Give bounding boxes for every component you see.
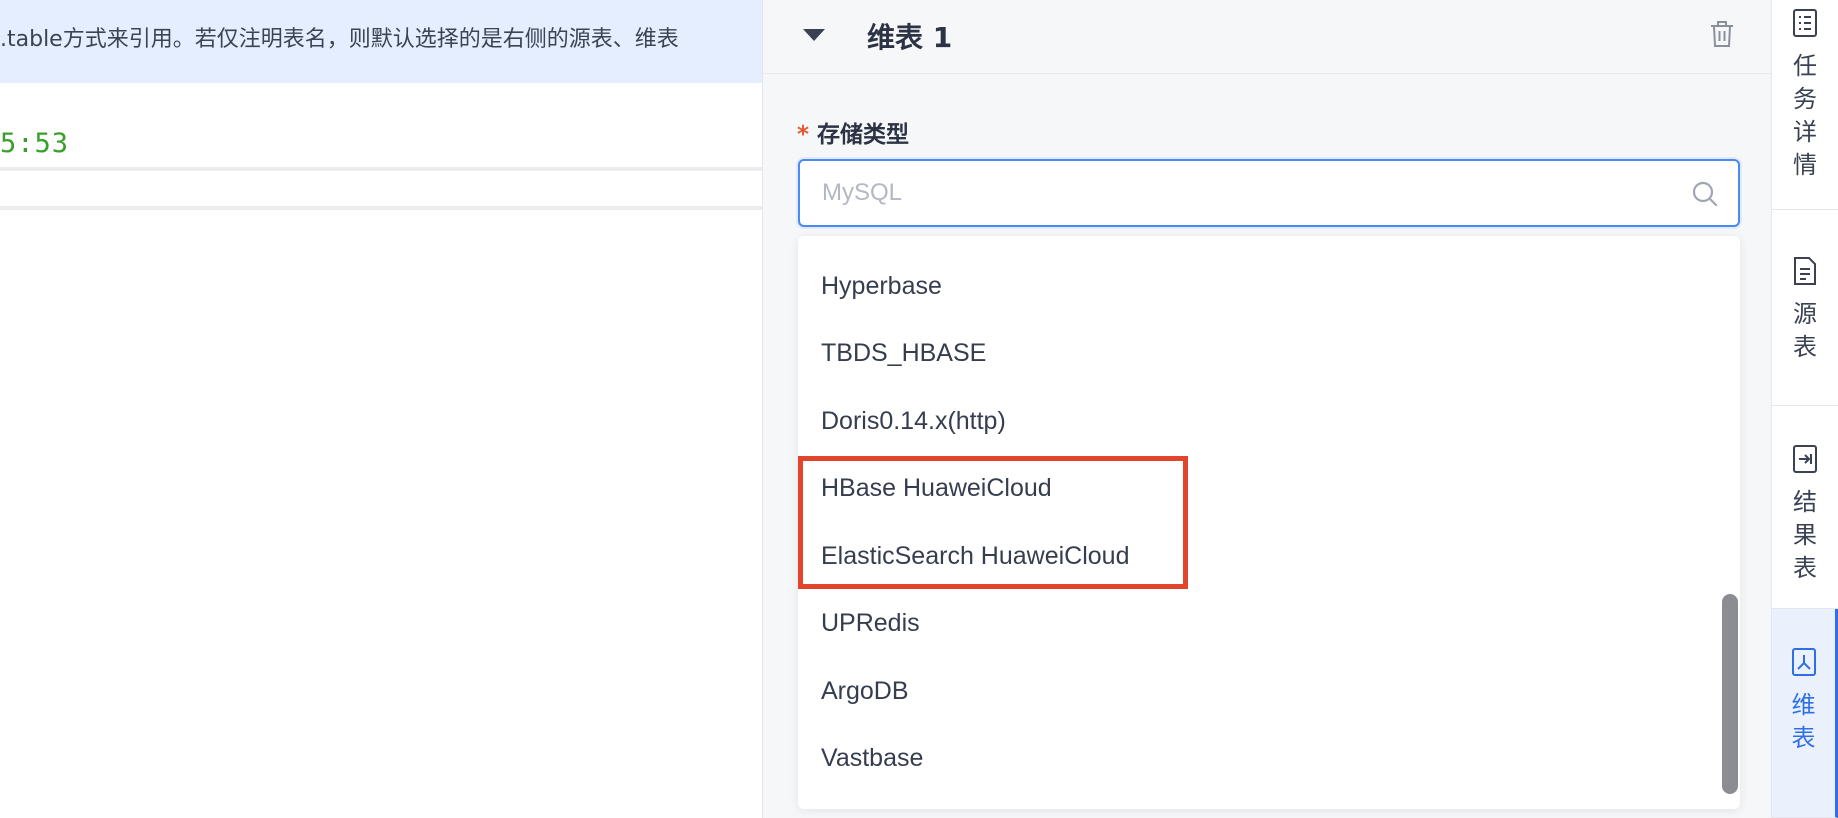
storage-type-dropdown: Hyperbase TBDS_HBASE Doris0.14.x(http) H…: [798, 236, 1740, 809]
dropdown-option[interactable]: Hyperbase: [821, 266, 942, 306]
required-mark: *: [797, 122, 810, 148]
dropdown-option[interactable]: TBDS_HBASE: [821, 333, 986, 373]
editor-divider: [0, 167, 762, 171]
tab-dimension-table[interactable]: 维表: [1772, 609, 1838, 818]
dropdown-option[interactable]: ArgoDB: [821, 671, 909, 711]
editor-divider: [0, 206, 762, 210]
dropdown-option[interactable]: UPRedis: [821, 603, 920, 643]
panel-header: 维表 1: [763, 0, 1771, 74]
dropdown-scrollbar[interactable]: [1722, 594, 1738, 794]
dropdown-option[interactable]: HBase HuaweiCloud: [821, 468, 1052, 508]
trash-icon[interactable]: [1707, 18, 1737, 50]
storage-type-label: * 存储类型: [797, 115, 909, 149]
list-icon: [1793, 9, 1817, 37]
side-tab-rail: 任务详情 源表 结果表 维表: [1772, 0, 1838, 818]
tab-task-details[interactable]: 任务详情: [1772, 0, 1838, 210]
export-icon: [1793, 445, 1817, 473]
app-root: .table方式来引用。若仅注明表名，则默认选择的是右侧的源表、维表 5:53 …: [0, 0, 1838, 818]
tab-label: 源表: [1793, 300, 1817, 361]
dropdown-option[interactable]: Vastbase: [821, 738, 923, 778]
panel-title: 维表 1: [867, 21, 953, 54]
search-icon: [1692, 181, 1718, 207]
storage-type-select[interactable]: [798, 159, 1740, 227]
collapse-caret-icon[interactable]: [803, 29, 825, 41]
code-line[interactable]: 5:53: [0, 128, 69, 159]
tab-result-table[interactable]: 结果表: [1772, 406, 1838, 609]
field-label-text: 存储类型: [817, 122, 910, 148]
dropdown-option[interactable]: Doris0.14.x(http): [821, 401, 1006, 441]
tab-label: 任务详情: [1793, 52, 1817, 179]
storage-type-search-input[interactable]: [822, 161, 1642, 225]
tab-label: 结果表: [1793, 488, 1817, 582]
hint-banner: .table方式来引用。若仅注明表名，则默认选择的是右侧的源表、维表: [0, 0, 762, 83]
dropdown-option[interactable]: ElasticSearch HuaweiCloud: [821, 536, 1129, 576]
tab-label: 维表: [1791, 691, 1816, 752]
code-editor-area: .table方式来引用。若仅注明表名，则默认选择的是右侧的源表、维表 5:53: [0, 0, 762, 818]
tab-source-table[interactable]: 源表: [1772, 210, 1838, 406]
document-icon: [1794, 257, 1816, 285]
dimension-table-panel: 维表 1 * 存储类型 Hyperbase TBDS_HBASE Doris0.1…: [762, 0, 1772, 818]
dimension-icon: [1791, 648, 1816, 676]
hint-text: .table方式来引用。若仅注明表名，则默认选择的是右侧的源表、维表: [0, 27, 679, 52]
